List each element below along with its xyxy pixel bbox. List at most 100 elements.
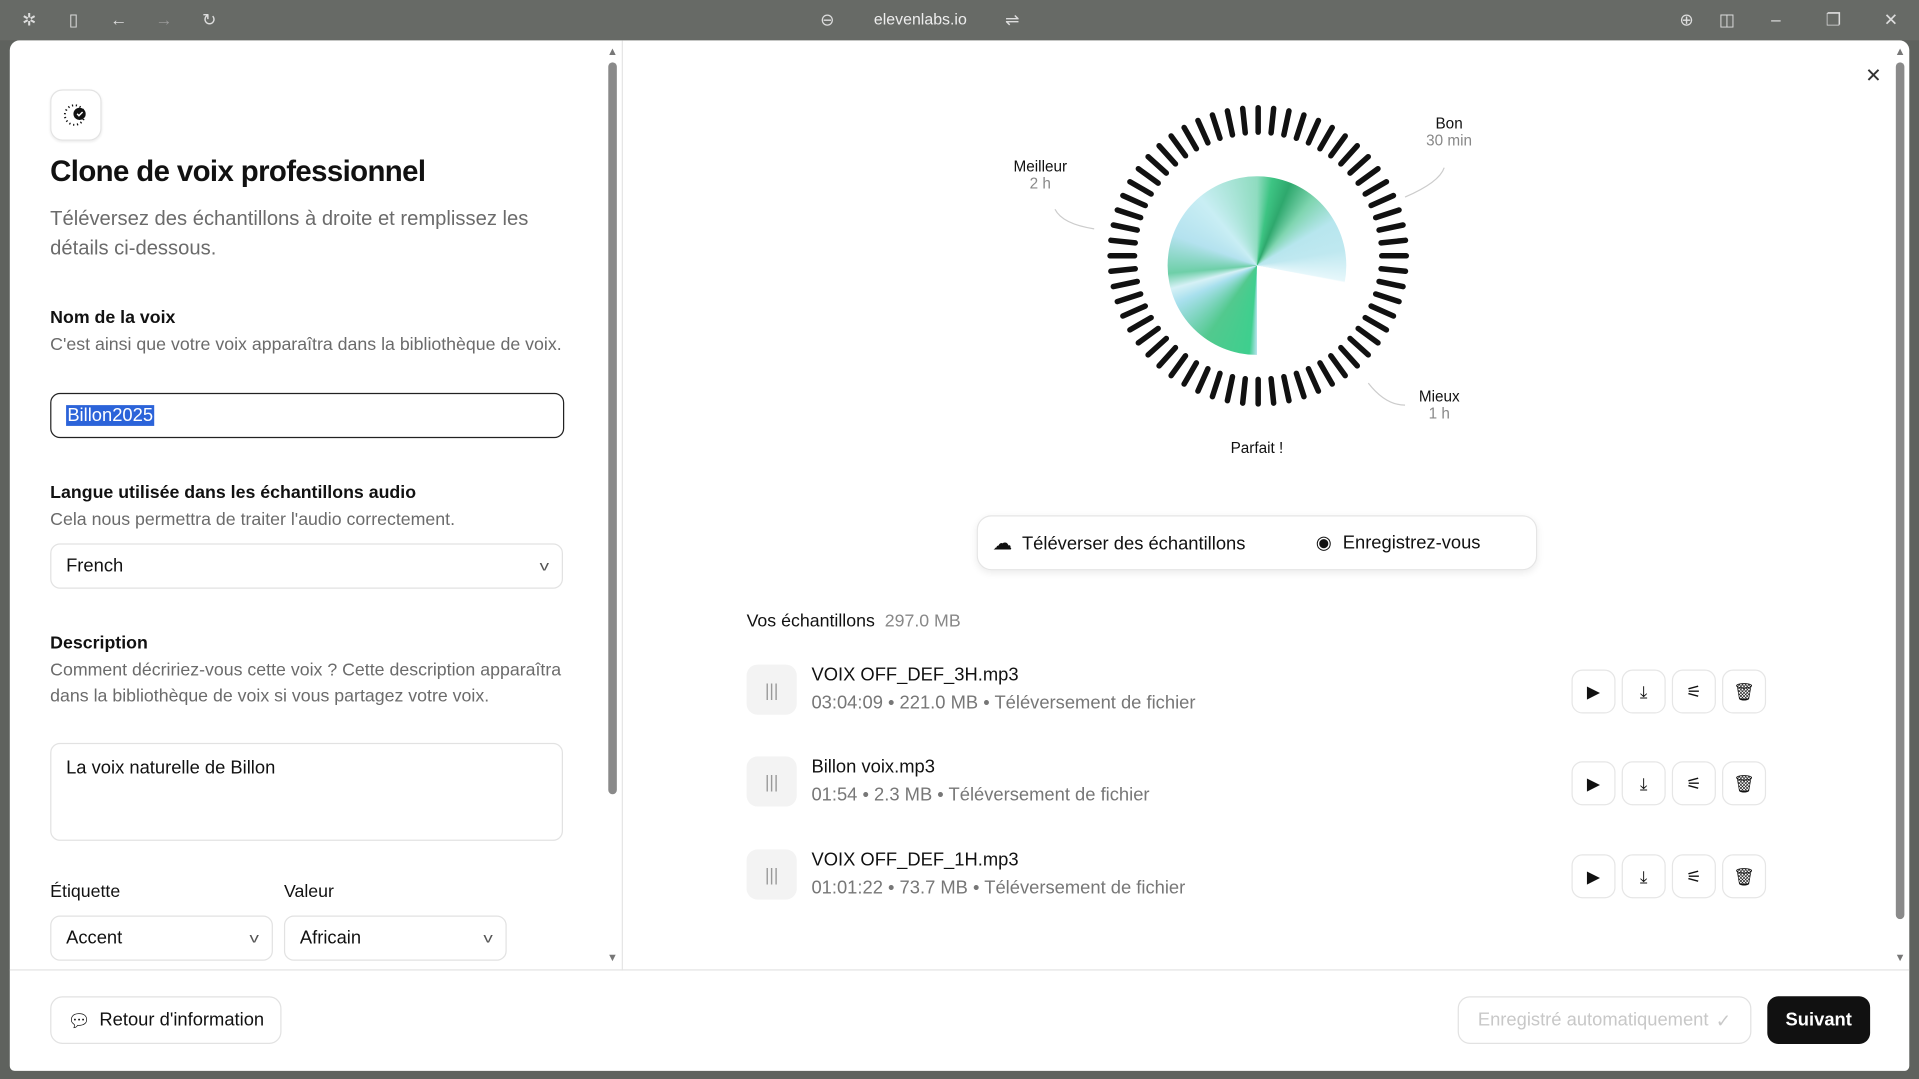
panel-divider [621,40,623,971]
gauge-tick [1156,142,1179,167]
gauge-tick [1293,112,1307,141]
language-select[interactable]: French v [50,543,563,589]
description-value: La voix naturelle de Billon [66,757,276,779]
reload-icon[interactable]: ↻ [199,10,219,30]
chat-bubble-icon: 💬︎ [67,1010,91,1032]
scroll-up-icon[interactable]: ▲ [1895,45,1906,57]
gauge-tick [1338,142,1361,167]
gauge-tick [1168,133,1189,159]
gauge-status: Parfait ! [1230,439,1284,457]
waveform-icon: ||| [746,756,797,807]
voice-clone-icon [50,89,102,141]
right-scrollbar[interactable]: ▲ ▼ [1895,45,1906,965]
tag-select[interactable]: Accent v [50,915,273,961]
sample-row: ||| VOIX OFF_DEF_1H.mp3 01:01:22 • 73.7 … [746,849,1775,903]
sample-duration: 01:01:22 [811,877,883,899]
voice-name-input[interactable]: Billon2025 [50,392,565,439]
tag-label: Étiquette [50,882,121,903]
delete-button[interactable]: 🗑︎ [1722,669,1767,714]
level-title: Meilleur [1013,157,1068,176]
delete-button[interactable]: 🗑︎ [1722,761,1767,806]
sample-size: 221.0 MB [899,692,979,714]
sample-name: VOIX OFF_DEF_1H.mp3 [811,849,1019,871]
download-button[interactable]: ⤓ [1621,854,1666,899]
back-icon[interactable]: ← [109,10,129,30]
level-value: 30 min [1426,132,1473,150]
sidebar-toggle-icon[interactable]: ▯ [64,10,84,30]
left-scrollbar[interactable]: ▲ ▼ [607,45,618,965]
scrollbar-thumb[interactable] [608,62,617,795]
level-title: Mieux [1418,387,1460,406]
language-value: French [66,555,124,577]
samples-title: Vos échantillons [746,611,875,632]
play-icon: ▶ [1586,865,1601,886]
sliders-icon: ⚟ [1686,772,1702,793]
tag-value-select[interactable]: Africain v [283,915,507,961]
gauge-label-bon: Bon 30 min [1412,115,1485,149]
level-title: Bon [1435,115,1463,133]
upload-samples-button[interactable]: ☁ Téléverser des échantillons [993,531,1246,555]
footer-divider [9,969,1910,971]
description-textarea[interactable]: La voix naturelle de Billon [50,742,563,841]
sample-meta: 01:54 • 2.3 MB • Téléversement de fichie… [811,784,1150,806]
minimize-icon[interactable]: – [1766,10,1786,30]
sample-name: VOIX OFF_DEF_3H.mp3 [811,664,1019,686]
site-settings-icon[interactable]: ⇌ [1002,10,1022,30]
page-subtitle: Téléversez des échantillons à droite et … [50,208,529,260]
next-button[interactable]: Suivant [1767,996,1871,1044]
tag-value: Accent [66,927,123,949]
tag-value-label: Valeur [283,882,334,903]
record-button[interactable]: ◉ Enregistrez-vous [1316,531,1481,553]
globe-icon[interactable]: ⊕ [1677,10,1697,30]
gauge-tick [1268,105,1277,136]
delete-button[interactable]: 🗑︎ [1722,854,1767,899]
link-icon[interactable]: ⊖ [818,10,838,30]
upload-label: Téléverser des échantillons [1021,533,1246,554]
restore-icon[interactable]: ❐ [1824,10,1844,30]
record-icon: ◉ [1315,532,1332,554]
waveform-icon: ||| [746,664,797,715]
download-button[interactable]: ⤓ [1621,669,1666,714]
adjust-button[interactable]: ⚟ [1671,669,1716,714]
play-button[interactable]: ▶ [1571,669,1616,714]
gauge-label-mieux: Mieux 1 h [1403,388,1476,422]
sample-row: ||| VOIX OFF_DEF_3H.mp3 03:04:09 • 221.0… [746,664,1775,719]
voice-name-label: Nom de la voix [50,308,176,329]
scroll-down-icon[interactable]: ▼ [607,951,618,963]
gauge-tick [1305,117,1322,146]
trash-icon: 🗑︎ [1733,772,1755,793]
address-bar[interactable]: elevenlabs.io [857,10,984,28]
gauge-tick [1195,117,1211,146]
sliders-icon: ⚟ [1686,865,1702,886]
close-window-icon[interactable]: ✕ [1881,10,1901,30]
sample-source: Téléversement de fichier [994,692,1196,714]
play-button[interactable]: ▶ [1571,854,1616,899]
browser-toolbar: ✲ ▯ ← → ↻ ⊖ elevenlabs.io ⇌ ⊕ ◫ – ❐ ✕ [0,0,1919,41]
language-help: Cela nous permettra de traiter l'audio c… [50,510,456,530]
scrollbar-thumb[interactable] [1895,62,1905,920]
description-help: Comment décririez-vous cette voix ? Cett… [50,660,562,706]
forward-icon[interactable]: → [154,10,174,30]
gauge-tick [1181,124,1200,152]
page-title: Clone de voix professionnel [50,155,426,189]
split-view-icon[interactable]: ◫ [1717,10,1737,30]
feedback-button[interactable]: 💬︎ Retour d'information [50,996,282,1044]
download-icon: ⤓ [1639,772,1648,793]
adjust-button[interactable]: ⚟ [1671,761,1716,806]
download-icon: ⤓ [1639,681,1648,701]
sample-meta: 03:04:09 • 221.0 MB • Téléversement de f… [811,692,1196,714]
adjust-button[interactable]: ⚟ [1671,854,1716,899]
language-label: Langue utilisée dans les échantillons au… [50,483,417,504]
download-button[interactable]: ⤓ [1621,761,1666,806]
description-label: Description [50,633,148,654]
samples-total-size: 297.0 MB [884,611,961,632]
play-button[interactable]: ▶ [1571,761,1616,806]
close-icon[interactable]: ✕ [1865,64,1881,88]
scroll-down-icon[interactable]: ▼ [1895,951,1906,963]
download-icon: ⤓ [1639,865,1648,886]
gauge-label-meilleur: Meilleur 2 h [997,158,1083,192]
scroll-up-icon[interactable]: ▲ [607,45,618,57]
browser-logo-icon[interactable]: ✲ [20,10,40,30]
trash-icon: 🗑︎ [1733,865,1755,886]
sample-size: 2.3 MB [874,784,933,806]
